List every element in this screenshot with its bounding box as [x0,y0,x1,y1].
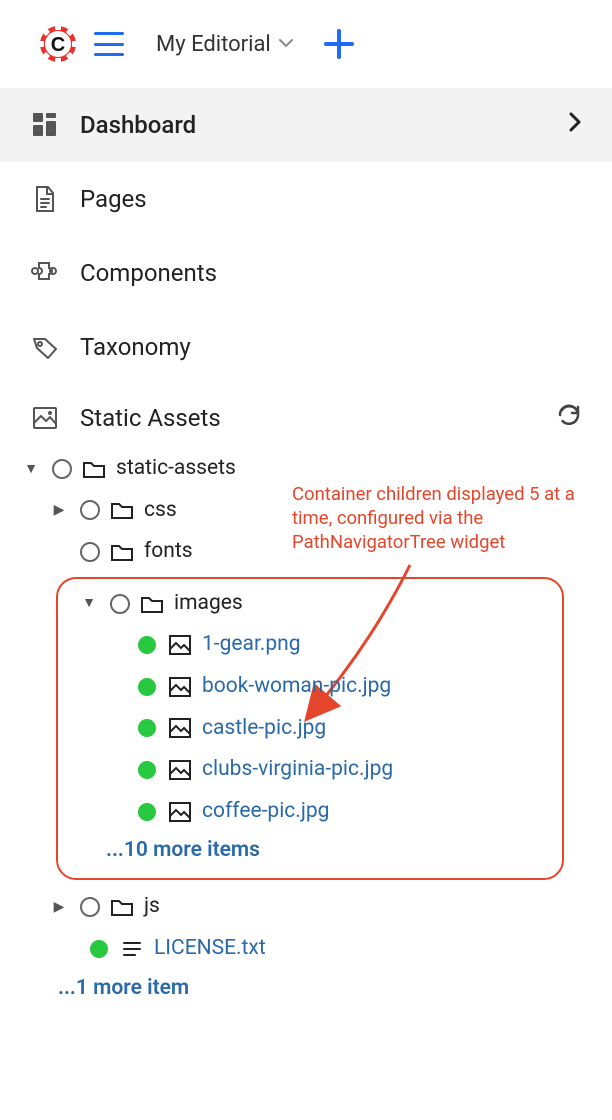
file-name: 1-gear.png [202,628,301,662]
tree-file-item[interactable]: 1-gear.png [62,624,550,666]
tree-node-images[interactable]: ▼ images [62,583,550,625]
tree-file-item[interactable]: clubs-virginia-pic.jpg [62,749,550,791]
select-radio[interactable] [52,459,72,479]
image-file-icon [168,758,192,782]
tree-node-label: static-assets [116,452,236,486]
page-icon [30,184,60,214]
nav-taxonomy-label: Taxonomy [80,333,191,361]
nav-taxonomy[interactable]: Taxonomy [0,310,612,384]
nav-dashboard-label: Dashboard [80,111,196,139]
status-dot-icon [90,940,108,958]
tree-node-label: fonts [144,535,193,569]
menu-toggle-icon[interactable] [94,32,124,56]
file-name: castle-pic.jpg [202,712,326,746]
folder-icon [110,540,134,564]
tree-node-label: css [144,494,177,528]
dashboard-icon [30,110,60,140]
components-icon [30,258,60,288]
folder-icon [82,457,106,481]
file-name: book-woman-pic.jpg [202,670,391,704]
taxonomy-icon [30,332,60,362]
tree-file-item[interactable]: coffee-pic.jpg [62,791,550,833]
expand-icon[interactable]: ▶ [48,499,70,521]
nav-dashboard[interactable]: Dashboard [0,88,612,162]
status-dot-icon [138,678,156,696]
callout-text: Container children displayed 5 at a time… [292,482,592,554]
svg-text:C: C [51,34,65,56]
tree-file-license[interactable]: LICENSE.txt [20,928,612,970]
section-static-assets-label: Static Assets [80,404,221,432]
status-dot-icon [138,803,156,821]
app-header: C My Editorial [0,0,612,88]
nav-components-label: Components [80,259,217,287]
image-file-icon [168,800,192,824]
file-name: coffee-pic.jpg [202,795,329,829]
more-items-root[interactable]: ...1 more item [20,970,612,1006]
site-selector-label: My Editorial [156,32,271,57]
folder-icon [110,498,134,522]
select-radio[interactable] [80,897,100,917]
image-section-icon [30,403,60,433]
section-static-assets[interactable]: Static Assets [0,384,612,444]
tree-node-label: images [174,587,243,621]
tree-node-label: js [144,890,160,924]
nav-components[interactable]: Components [0,236,612,310]
site-selector[interactable]: My Editorial [156,32,293,57]
status-dot-icon [138,636,156,654]
text-file-icon [120,937,144,961]
file-name: clubs-virginia-pic.jpg [202,753,393,787]
tree-file-item[interactable]: book-woman-pic.jpg [62,666,550,708]
folder-icon [110,895,134,919]
folder-icon [140,592,164,616]
select-radio[interactable] [80,500,100,520]
app-logo: C [36,22,80,66]
callout-highlight-box: ▼ images 1-gear.png book-woman-pi [56,577,564,881]
image-file-icon [168,675,192,699]
caret-down-icon [279,36,293,52]
refresh-icon[interactable] [556,402,582,434]
image-file-icon [168,716,192,740]
status-dot-icon [138,761,156,779]
tree-file-item[interactable]: castle-pic.jpg [62,708,550,750]
select-radio[interactable] [110,594,130,614]
tree-node-js[interactable]: ▶ js [20,886,612,928]
nav-pages-label: Pages [80,185,147,213]
chevron-right-icon [568,111,582,139]
collapse-icon[interactable]: ▼ [78,592,100,614]
select-radio[interactable] [80,542,100,562]
status-dot-icon [138,719,156,737]
collapse-icon[interactable]: ▼ [20,458,42,480]
add-button[interactable] [319,24,359,64]
image-file-icon [168,633,192,657]
expand-icon[interactable]: ▶ [48,896,70,918]
nav-pages[interactable]: Pages [0,162,612,236]
more-items-images[interactable]: ...10 more items [62,832,550,868]
file-name: LICENSE.txt [154,932,266,966]
